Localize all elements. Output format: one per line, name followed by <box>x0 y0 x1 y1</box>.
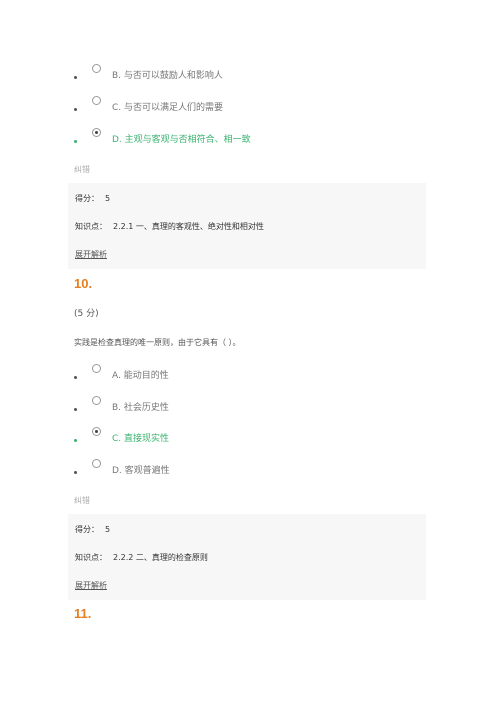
option-label: A. 能动目的性 <box>112 371 169 381</box>
knowledge-label: 知识点： <box>75 553 107 562</box>
bullet-icon <box>74 439 77 442</box>
knowledge-value: 2.2.2 二、真理的检查原则 <box>113 553 208 562</box>
score-value: 5 <box>105 194 111 203</box>
correction-link[interactable]: 纠错 <box>74 164 90 175</box>
radio-button[interactable] <box>92 396 101 405</box>
correction-link[interactable]: 纠错 <box>74 495 90 506</box>
question-text: 实践是检查真理的唯一原则，由于它具有（ ）。 <box>74 338 241 347</box>
option-label: C. 直接现实性 <box>112 434 170 444</box>
score-row: 得分： 5 <box>75 524 110 535</box>
question-number: 10. <box>74 276 93 291</box>
score-label: 得分： <box>75 525 99 534</box>
option-q10-d[interactable]: D. 客观普遍性 <box>74 459 414 483</box>
option-q10-b[interactable]: B. 社会历史性 <box>74 396 414 420</box>
score-row: 得分： 5 <box>75 193 110 204</box>
option-label: D. 主观与客观与否相符合、相一致 <box>112 135 251 145</box>
radio-button-selected[interactable] <box>92 128 101 137</box>
radio-button[interactable] <box>92 364 101 373</box>
score-value: 5 <box>105 525 111 534</box>
radio-button[interactable] <box>92 459 101 468</box>
expand-analysis-link[interactable]: 展开解析 <box>75 249 107 260</box>
expand-analysis-link[interactable]: 展开解析 <box>75 580 107 591</box>
option-label: C. 与否可以满足人们的需要 <box>112 103 224 113</box>
option-q9-d[interactable]: D. 主观与客观与否相符合、相一致 <box>74 128 414 152</box>
result-panel: 得分： 5 知识点： 2.2.2 二、真理的检查原则 展开解析 <box>68 514 426 600</box>
option-q10-a[interactable]: A. 能动目的性 <box>74 364 414 388</box>
option-label: D. 客观普遍性 <box>112 466 170 476</box>
bullet-icon <box>74 140 77 143</box>
score-label: 得分： <box>75 194 99 203</box>
option-label: B. 社会历史性 <box>112 403 169 413</box>
bullet-icon <box>74 471 77 474</box>
knowledge-row: 知识点： 2.2.2 二、真理的检查原则 <box>75 552 208 563</box>
knowledge-value: 2.2.1 一、真理的客观性、绝对性和相对性 <box>113 222 264 231</box>
bullet-icon <box>74 376 77 379</box>
knowledge-row: 知识点： 2.2.1 一、真理的客观性、绝对性和相对性 <box>75 221 264 232</box>
question-points: (5 分) <box>74 309 99 319</box>
radio-button-selected[interactable] <box>92 427 101 436</box>
option-q9-c[interactable]: C. 与否可以满足人们的需要 <box>74 96 414 120</box>
bullet-icon <box>74 108 77 111</box>
bullet-icon <box>74 408 77 411</box>
knowledge-label: 知识点： <box>75 222 107 231</box>
option-q10-c[interactable]: C. 直接现实性 <box>74 427 414 451</box>
radio-button[interactable] <box>92 64 101 73</box>
result-panel: 得分： 5 知识点： 2.2.1 一、真理的客观性、绝对性和相对性 展开解析 <box>68 183 426 269</box>
radio-button[interactable] <box>92 96 101 105</box>
option-q9-b[interactable]: B. 与否可以鼓励人和影响人 <box>74 64 414 88</box>
bullet-icon <box>74 76 77 79</box>
question-number: 11. <box>74 606 92 621</box>
option-label: B. 与否可以鼓励人和影响人 <box>112 71 223 81</box>
